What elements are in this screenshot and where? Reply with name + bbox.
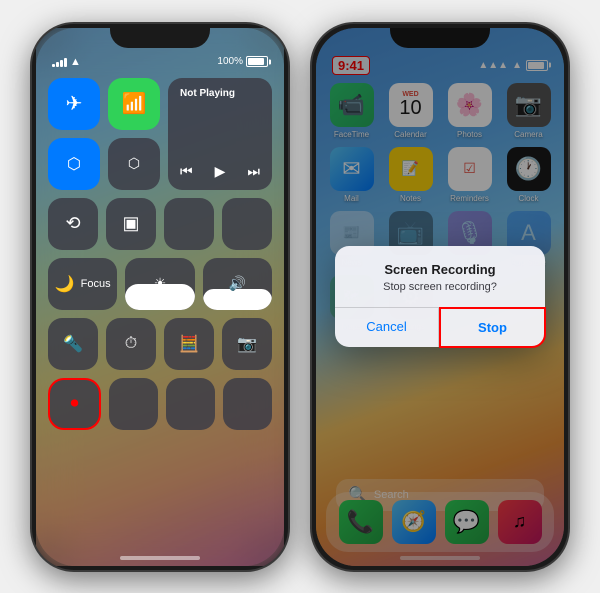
cc-row1: ✈ 📶 ⬡ ⬡ Not Playing ⏮ ▶ ⏭ xyxy=(48,78,272,190)
dialog-button-row: Cancel Stop xyxy=(335,307,545,347)
cc-row3: 🌙 Focus ☀ 🔊 xyxy=(48,258,272,310)
airplane-mode-btn[interactable]: ✈ xyxy=(48,78,100,130)
next-btn[interactable]: ⏭ xyxy=(247,163,260,180)
media-controls: ⏮ ▶ ⏭ xyxy=(180,163,260,180)
calculator-btn[interactable]: 🧮 xyxy=(164,318,214,370)
screen-recording-dialog: Screen Recording Stop screen recording? … xyxy=(335,246,545,347)
signal-group: ▲ xyxy=(52,56,81,68)
volume-slider[interactable]: 🔊 xyxy=(203,258,272,310)
status-bar-left: ▲ 100% xyxy=(52,56,268,68)
brightness-slider[interactable]: ☀ xyxy=(125,258,194,310)
control-center-content: ✈ 📶 ⬡ ⬡ Not Playing ⏮ ▶ ⏭ xyxy=(36,28,284,566)
moon-icon: 🌙 xyxy=(55,274,75,294)
connectivity-grid: ✈ 📶 ⬡ ⬡ xyxy=(48,78,160,190)
right-phone-screen: 9:41 ▲▲▲ ▲ 📹 FaceTime WED xyxy=(316,28,564,566)
cellular-signal xyxy=(52,57,67,67)
bluetooth-btn[interactable]: ⬡ xyxy=(48,138,100,190)
cc-row5: ⏺ xyxy=(48,378,272,430)
volume-icon: 🔊 xyxy=(229,275,246,292)
bar2 xyxy=(56,62,59,67)
battery-percentage: 100% xyxy=(217,56,243,67)
left-phone-screen: ▲ 100% ✈ 📶 ⬡ ⬡ xyxy=(36,28,284,566)
cc-row2: ⟲ ▣ xyxy=(48,198,272,250)
home-screen-background: 9:41 ▲▲▲ ▲ 📹 FaceTime WED xyxy=(316,28,564,566)
left-home-indicator xyxy=(120,556,200,560)
cc-row4: 🔦 ⏱ 🧮 📷 xyxy=(48,318,272,370)
media-title: Not Playing xyxy=(180,88,260,99)
battery-icon xyxy=(246,56,268,67)
play-btn[interactable]: ▶ xyxy=(215,163,226,180)
placeholder2 xyxy=(166,378,215,430)
right-phone: 9:41 ▲▲▲ ▲ 📹 FaceTime WED xyxy=(310,22,570,572)
screen-mirror-btn[interactable]: ▣ xyxy=(106,198,156,250)
placeholder1 xyxy=(109,378,158,430)
focus-label: Focus xyxy=(81,278,111,290)
screen-record-btn[interactable]: ⏺ xyxy=(48,378,101,430)
battery-fill xyxy=(248,58,264,65)
prev-btn[interactable]: ⏮ xyxy=(180,163,193,180)
dialog-message: Stop screen recording? xyxy=(335,281,545,293)
timer-btn[interactable]: ⏱ xyxy=(106,318,156,370)
media-player: Not Playing ⏮ ▶ ⏭ xyxy=(168,78,272,190)
brightness-icon: ☀ xyxy=(154,275,167,292)
empty-btn2[interactable] xyxy=(222,198,272,250)
control-center-background: ▲ 100% ✈ 📶 ⬡ ⬡ xyxy=(36,28,284,566)
cancel-button[interactable]: Cancel xyxy=(335,308,439,347)
dialog-title: Screen Recording xyxy=(335,262,545,277)
bar3 xyxy=(60,60,63,67)
focus-btn[interactable]: 🌙 Focus xyxy=(48,258,117,310)
flashlight-btn[interactable]: 🔦 xyxy=(48,318,98,370)
screen-rotation-btn[interactable]: ⟲ xyxy=(48,198,98,250)
camera-btn[interactable]: 📷 xyxy=(222,318,272,370)
left-phone-notch xyxy=(110,24,210,48)
stop-button[interactable]: Stop xyxy=(439,307,546,348)
bar1 xyxy=(52,64,55,67)
airdrop-btn[interactable]: ⬡ xyxy=(108,138,160,190)
empty-btn1[interactable] xyxy=(164,198,214,250)
placeholder3 xyxy=(223,378,272,430)
battery-status: 100% xyxy=(217,56,268,67)
left-phone: ▲ 100% ✈ 📶 ⬡ ⬡ xyxy=(30,22,290,572)
dialog-overlay: Screen Recording Stop screen recording? … xyxy=(316,28,564,566)
bar4 xyxy=(64,58,67,67)
wifi-btn[interactable]: 📶 xyxy=(108,78,160,130)
wifi-icon: ▲ xyxy=(70,56,81,68)
